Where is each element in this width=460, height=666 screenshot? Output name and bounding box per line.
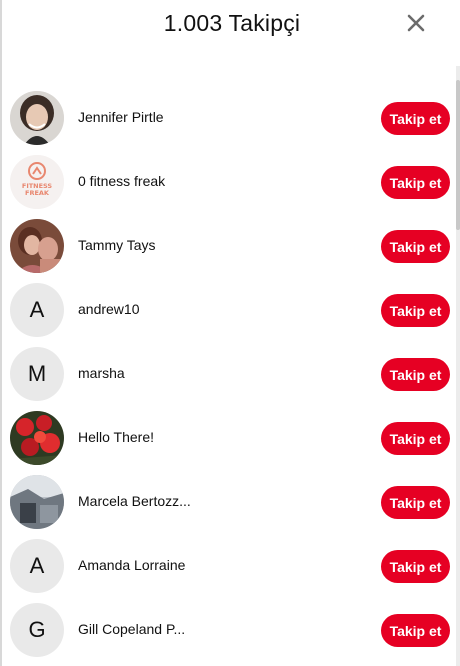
follow-button[interactable]: Takip et	[381, 614, 450, 647]
follower-row: Tammy Tays Takip et	[2, 214, 454, 278]
follower-row: M marsha Takip et	[2, 342, 454, 406]
follower-row: A Amanda Lorraine Takip et	[2, 534, 454, 598]
follower-name[interactable]: marsha	[78, 365, 125, 381]
follower-row: G Gill Copeland P... Takip et	[2, 598, 454, 662]
follow-button[interactable]: Takip et	[381, 486, 450, 519]
follower-name[interactable]: Amanda Lorraine	[78, 557, 185, 573]
avatar-initial: M	[27, 361, 47, 386]
follower-name[interactable]: andrew10	[78, 301, 140, 317]
svg-text:FREAK: FREAK	[25, 189, 50, 197]
close-icon[interactable]	[403, 10, 429, 36]
follower-row: Hello There! Takip et	[2, 406, 454, 470]
avatar[interactable]	[10, 91, 64, 145]
modal-title: 1.003 Takipçi	[163, 10, 301, 36]
avatar[interactable]: M	[10, 347, 64, 401]
photo-people-icon	[10, 219, 64, 273]
follower-row: Jennifer Pirtle Takip et	[2, 86, 454, 150]
follower-name[interactable]: Jennifer Pirtle	[78, 109, 164, 125]
avatar[interactable]: G	[10, 603, 64, 657]
follow-button[interactable]: Takip et	[381, 550, 450, 583]
follower-row: FITNESS FREAK 0 fitness freak Takip et	[2, 150, 454, 214]
follow-button[interactable]: Takip et	[381, 358, 450, 391]
modal-header: 1.003 Takipçi	[2, 0, 460, 50]
avatar-initial: A	[29, 553, 45, 578]
avatar-initial: G	[28, 617, 46, 642]
avatar-initial: A	[29, 297, 45, 322]
avatar[interactable]	[10, 219, 64, 273]
followers-modal: 1.003 Takipçi Jennifer Pirtle Takip et F…	[0, 0, 460, 666]
follower-row: A andrew10 Takip et	[2, 278, 454, 342]
avatar[interactable]: A	[10, 539, 64, 593]
follower-name[interactable]: Hello There!	[78, 429, 154, 445]
avatar[interactable]	[10, 475, 64, 529]
photo-red-flowers-icon	[10, 411, 64, 465]
follow-button[interactable]: Takip et	[381, 102, 450, 135]
follow-button[interactable]: Takip et	[381, 422, 450, 455]
scrollbar[interactable]	[456, 66, 460, 666]
avatar[interactable]: FITNESS FREAK	[10, 155, 64, 209]
scrollbar-thumb[interactable]	[456, 80, 460, 230]
followers-list: Jennifer Pirtle Takip et FITNESS FREAK 0…	[2, 86, 454, 662]
follow-button[interactable]: Takip et	[381, 294, 450, 327]
follower-name[interactable]: 0 fitness freak	[78, 173, 165, 189]
photo-woman-portrait-icon	[10, 91, 64, 145]
avatar[interactable]	[10, 411, 64, 465]
avatar[interactable]: A	[10, 283, 64, 337]
follower-row: Marcela Bertozz... Takip et	[2, 470, 454, 534]
follower-name[interactable]: Gill Copeland P...	[78, 621, 185, 637]
photo-scenery-icon	[10, 475, 64, 529]
fitness-freak-logo-icon: FITNESS FREAK	[10, 155, 64, 209]
follower-name[interactable]: Marcela Bertozz...	[78, 493, 191, 509]
follower-name[interactable]: Tammy Tays	[78, 237, 156, 253]
follow-button[interactable]: Takip et	[381, 166, 450, 199]
follow-button[interactable]: Takip et	[381, 230, 450, 263]
